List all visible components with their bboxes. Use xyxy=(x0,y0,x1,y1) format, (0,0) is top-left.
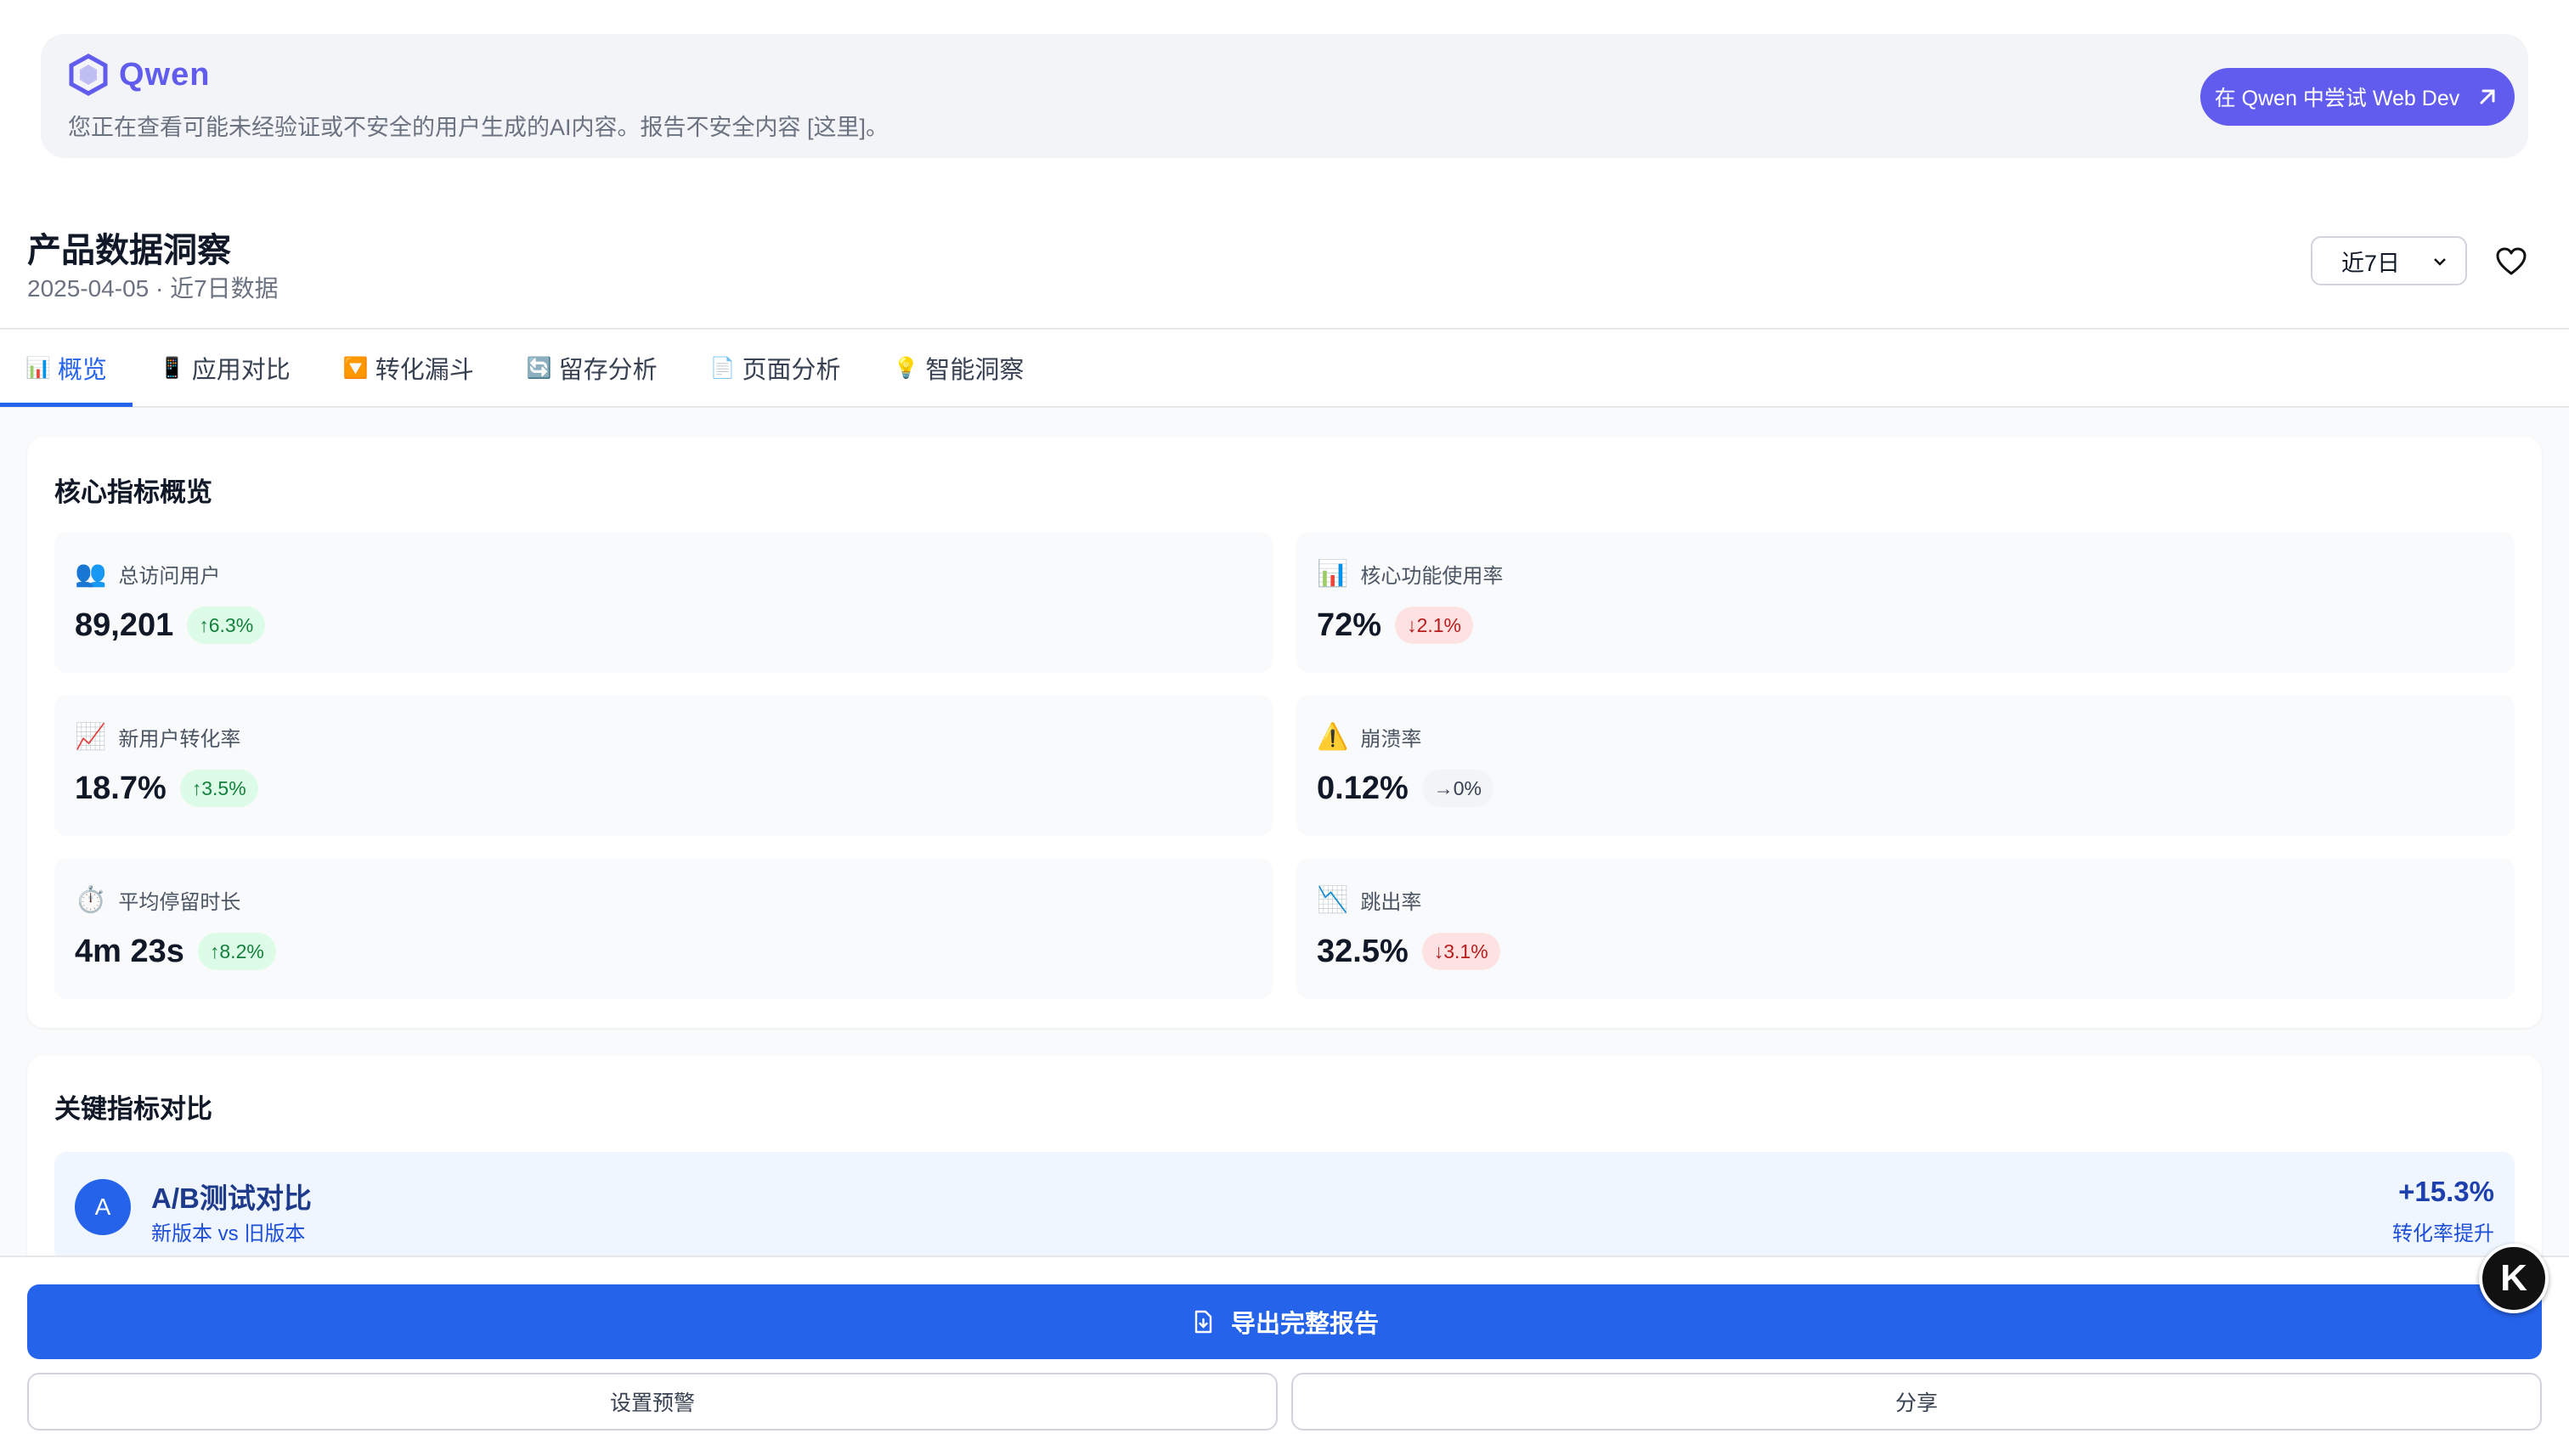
file-download-icon xyxy=(1194,1310,1212,1334)
trend-down-icon: 📉 xyxy=(1317,886,1349,914)
tab-label: 应用对比 xyxy=(191,357,291,384)
kpi-value: 89,201 xyxy=(75,607,174,643)
kpi-value: 0.12% xyxy=(1317,770,1409,806)
change-badge: ↑6.3% xyxy=(187,607,266,644)
active-tab-indicator xyxy=(0,403,133,407)
ab-test-row[interactable]: A A/B测试对比 新版本 vs 旧版本 +15.3% 转化率提升 xyxy=(54,1152,2515,1262)
stopwatch-icon: ⏱️ xyxy=(75,886,107,914)
kpi-value: 4m 23s xyxy=(75,933,184,969)
change-badge: ↓3.1% xyxy=(1421,933,1500,970)
core-metrics-card: 核心指标概览 👥 总访问用户 89,201 ↑6.3% 📊 核心功能使用率 72% ↓2… xyxy=(27,437,2542,1028)
page-subtitle: 2025-04-05 · 近7日数据 xyxy=(27,275,279,302)
set-alert-button[interactable]: 设置预警 xyxy=(27,1373,1278,1431)
change-badge: →0% xyxy=(1421,770,1493,807)
tab-insights[interactable]: 💡 智能洞察 xyxy=(894,330,1052,406)
kpi-label: 总访问用户 xyxy=(118,565,221,588)
page-title: 产品数据洞察 xyxy=(27,232,231,269)
change-badge: ↓2.1% xyxy=(1395,607,1473,644)
warning-icon: ⚠️ xyxy=(1317,723,1349,751)
try-button-label: 在 Qwen 中尝试 Web Dev xyxy=(2214,87,2460,110)
tab-retention[interactable]: 🔄 留存分析 xyxy=(527,330,685,406)
kpi-value: 72% xyxy=(1317,607,1382,643)
kpi-crash-rate: ⚠️ 崩溃率 0.12% →0% xyxy=(1296,695,2515,836)
export-label: 导出完整报告 xyxy=(1230,1311,1379,1338)
phone-icon: 📱 xyxy=(159,356,185,380)
trend-up-icon: 📈 xyxy=(75,723,107,751)
ab-title: A/B测试对比 xyxy=(151,1182,312,1214)
tab-overview[interactable]: 📊 概览 xyxy=(25,330,134,406)
ab-value: +15.3% xyxy=(2398,1176,2494,1207)
kpi-conversion: 📈 新用户转化率 18.7% ↑3.5% xyxy=(54,695,1273,836)
tab-label: 留存分析 xyxy=(558,357,658,384)
tab-label: 概览 xyxy=(57,357,107,384)
tab-pages[interactable]: 📄 页面分析 xyxy=(710,330,868,406)
heart-icon[interactable] xyxy=(2494,245,2528,279)
brand-name: Qwen xyxy=(119,56,211,93)
tab-label: 智能洞察 xyxy=(925,357,1025,384)
change-badge: ↑8.2% xyxy=(197,933,276,970)
lightbulb-icon: 💡 xyxy=(893,356,919,380)
kpi-value: 32.5% xyxy=(1317,933,1409,969)
date-range-select[interactable]: 近7日 xyxy=(2311,236,2467,285)
tab-label: 页面分析 xyxy=(742,357,841,384)
date-range-value: 近7日 xyxy=(2341,250,2401,276)
qwen-logo-icon xyxy=(69,54,108,96)
ab-note: 转化率提升 xyxy=(2392,1222,2494,1245)
tab-bar: 📊 概览 📱 应用对比 🔽 转化漏斗 🔄 留存分析 📄 页面分析 💡 智能洞察 xyxy=(25,330,1076,406)
funnel-icon: 🔽 xyxy=(342,356,369,380)
chevron-down-icon xyxy=(2434,258,2446,266)
share-button[interactable]: 分享 xyxy=(1291,1373,2542,1431)
kpi-label: 新用户转化率 xyxy=(118,728,241,751)
key-compare-title: 关键指标对比 xyxy=(54,1094,212,1124)
kpi-label: 崩溃率 xyxy=(1360,728,1422,751)
kpi-label: 跳出率 xyxy=(1360,891,1422,914)
arrow-up-right-icon xyxy=(2480,89,2495,104)
k-floating-button[interactable]: K xyxy=(2479,1244,2549,1313)
kpi-label: 平均停留时长 xyxy=(118,891,241,914)
kpi-total-users: 👥 总访问用户 89,201 ↑6.3% xyxy=(54,532,1273,673)
banner-note: 您正在查看可能未经验证或不安全的用户生成的AI内容。报告不安全内容 [这里]。 xyxy=(68,115,889,140)
tab-app-compare[interactable]: 📱 应用对比 xyxy=(160,330,318,406)
chart-icon: 📊 xyxy=(25,356,51,380)
core-metrics-title: 核心指标概览 xyxy=(54,477,212,507)
tabs-bottom-divider xyxy=(0,406,2569,408)
change-badge: ↑3.5% xyxy=(179,770,258,807)
tab-funnel[interactable]: 🔽 转化漏斗 xyxy=(343,330,501,406)
bar-chart-icon: 📊 xyxy=(1317,560,1349,588)
kpi-value: 18.7% xyxy=(75,770,167,806)
page-icon: 📄 xyxy=(709,356,736,380)
ab-subtitle: 新版本 vs 旧版本 xyxy=(151,1222,306,1245)
tab-label: 转化漏斗 xyxy=(375,357,474,384)
kpi-core-usage: 📊 核心功能使用率 72% ↓2.1% xyxy=(1296,532,2515,673)
kpi-avg-duration: ⏱️ 平均停留时长 4m 23s ↑8.2% xyxy=(54,858,1273,999)
ai-content-banner: Qwen 您正在查看可能未经验证或不安全的用户生成的AI内容。报告不安全内容 [… xyxy=(41,34,2528,158)
ab-avatar: A xyxy=(75,1179,131,1235)
footer-actions: 导出完整报告 设置预警 分享 xyxy=(0,1256,2569,1456)
qwen-brand: Qwen xyxy=(66,53,210,97)
kpi-label: 核心功能使用率 xyxy=(1360,565,1504,588)
refresh-icon: 🔄 xyxy=(526,356,552,380)
kpi-bounce-rate: 📉 跳出率 32.5% ↓3.1% xyxy=(1296,858,2515,999)
export-report-button[interactable]: 导出完整报告 xyxy=(27,1284,2542,1359)
try-in-qwen-button[interactable]: 在 Qwen 中尝试 Web Dev xyxy=(2200,68,2515,126)
users-icon: 👥 xyxy=(75,560,107,588)
